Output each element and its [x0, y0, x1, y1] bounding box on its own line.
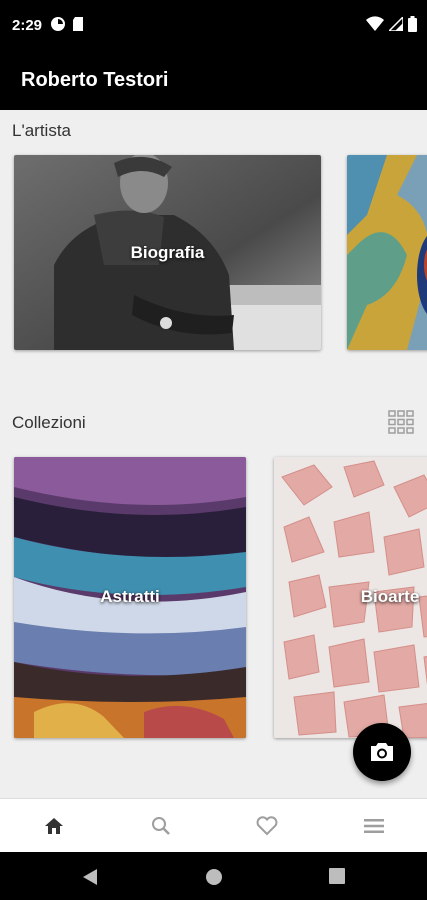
back-icon[interactable]	[82, 868, 98, 886]
card-bioarte[interactable]: Bioarte	[274, 457, 427, 738]
card-artist-2-image	[347, 155, 427, 350]
bottom-navigation	[0, 798, 427, 852]
sd-card-icon	[73, 17, 83, 31]
card-label-astratti: Astratti	[100, 587, 160, 606]
camera-icon	[371, 743, 393, 761]
home-circle-icon[interactable]	[205, 868, 223, 886]
system-navigation-bar	[0, 852, 427, 900]
status-time: 2:29	[12, 17, 43, 34]
status-bar: 2:29	[0, 0, 427, 52]
cell-signal-icon	[389, 17, 403, 31]
wifi-icon	[366, 16, 384, 31]
card-biografia[interactable]: Biografia	[14, 155, 321, 350]
section-title-collections: Collezioni	[12, 413, 86, 432]
nav-favorites[interactable]	[213, 799, 320, 853]
card-astratti[interactable]: Astratti	[14, 457, 246, 738]
nav-menu[interactable]	[320, 799, 427, 853]
main-content[interactable]: L'artista Biografia Collezioni Astratti …	[0, 110, 427, 798]
app-bar: Roberto Testori	[0, 52, 427, 110]
nav-home[interactable]	[0, 799, 107, 853]
search-icon	[151, 817, 170, 835]
recents-icon[interactable]	[329, 868, 345, 884]
grid-view-icon[interactable]	[388, 410, 414, 434]
notification-app-icon	[51, 17, 65, 31]
home-icon	[44, 818, 63, 834]
camera-fab-button[interactable]	[353, 723, 411, 781]
card-artist-2[interactable]	[347, 155, 427, 350]
section-title-artist: L'artista	[12, 121, 71, 140]
battery-icon	[408, 16, 417, 32]
menu-icon	[363, 819, 384, 833]
app-title: Roberto Testori	[21, 69, 169, 91]
heart-icon	[256, 816, 277, 836]
nav-search[interactable]	[107, 799, 214, 853]
card-label-bioarte: Bioarte	[360, 587, 420, 606]
card-label-biografia: Biografia	[130, 243, 205, 262]
